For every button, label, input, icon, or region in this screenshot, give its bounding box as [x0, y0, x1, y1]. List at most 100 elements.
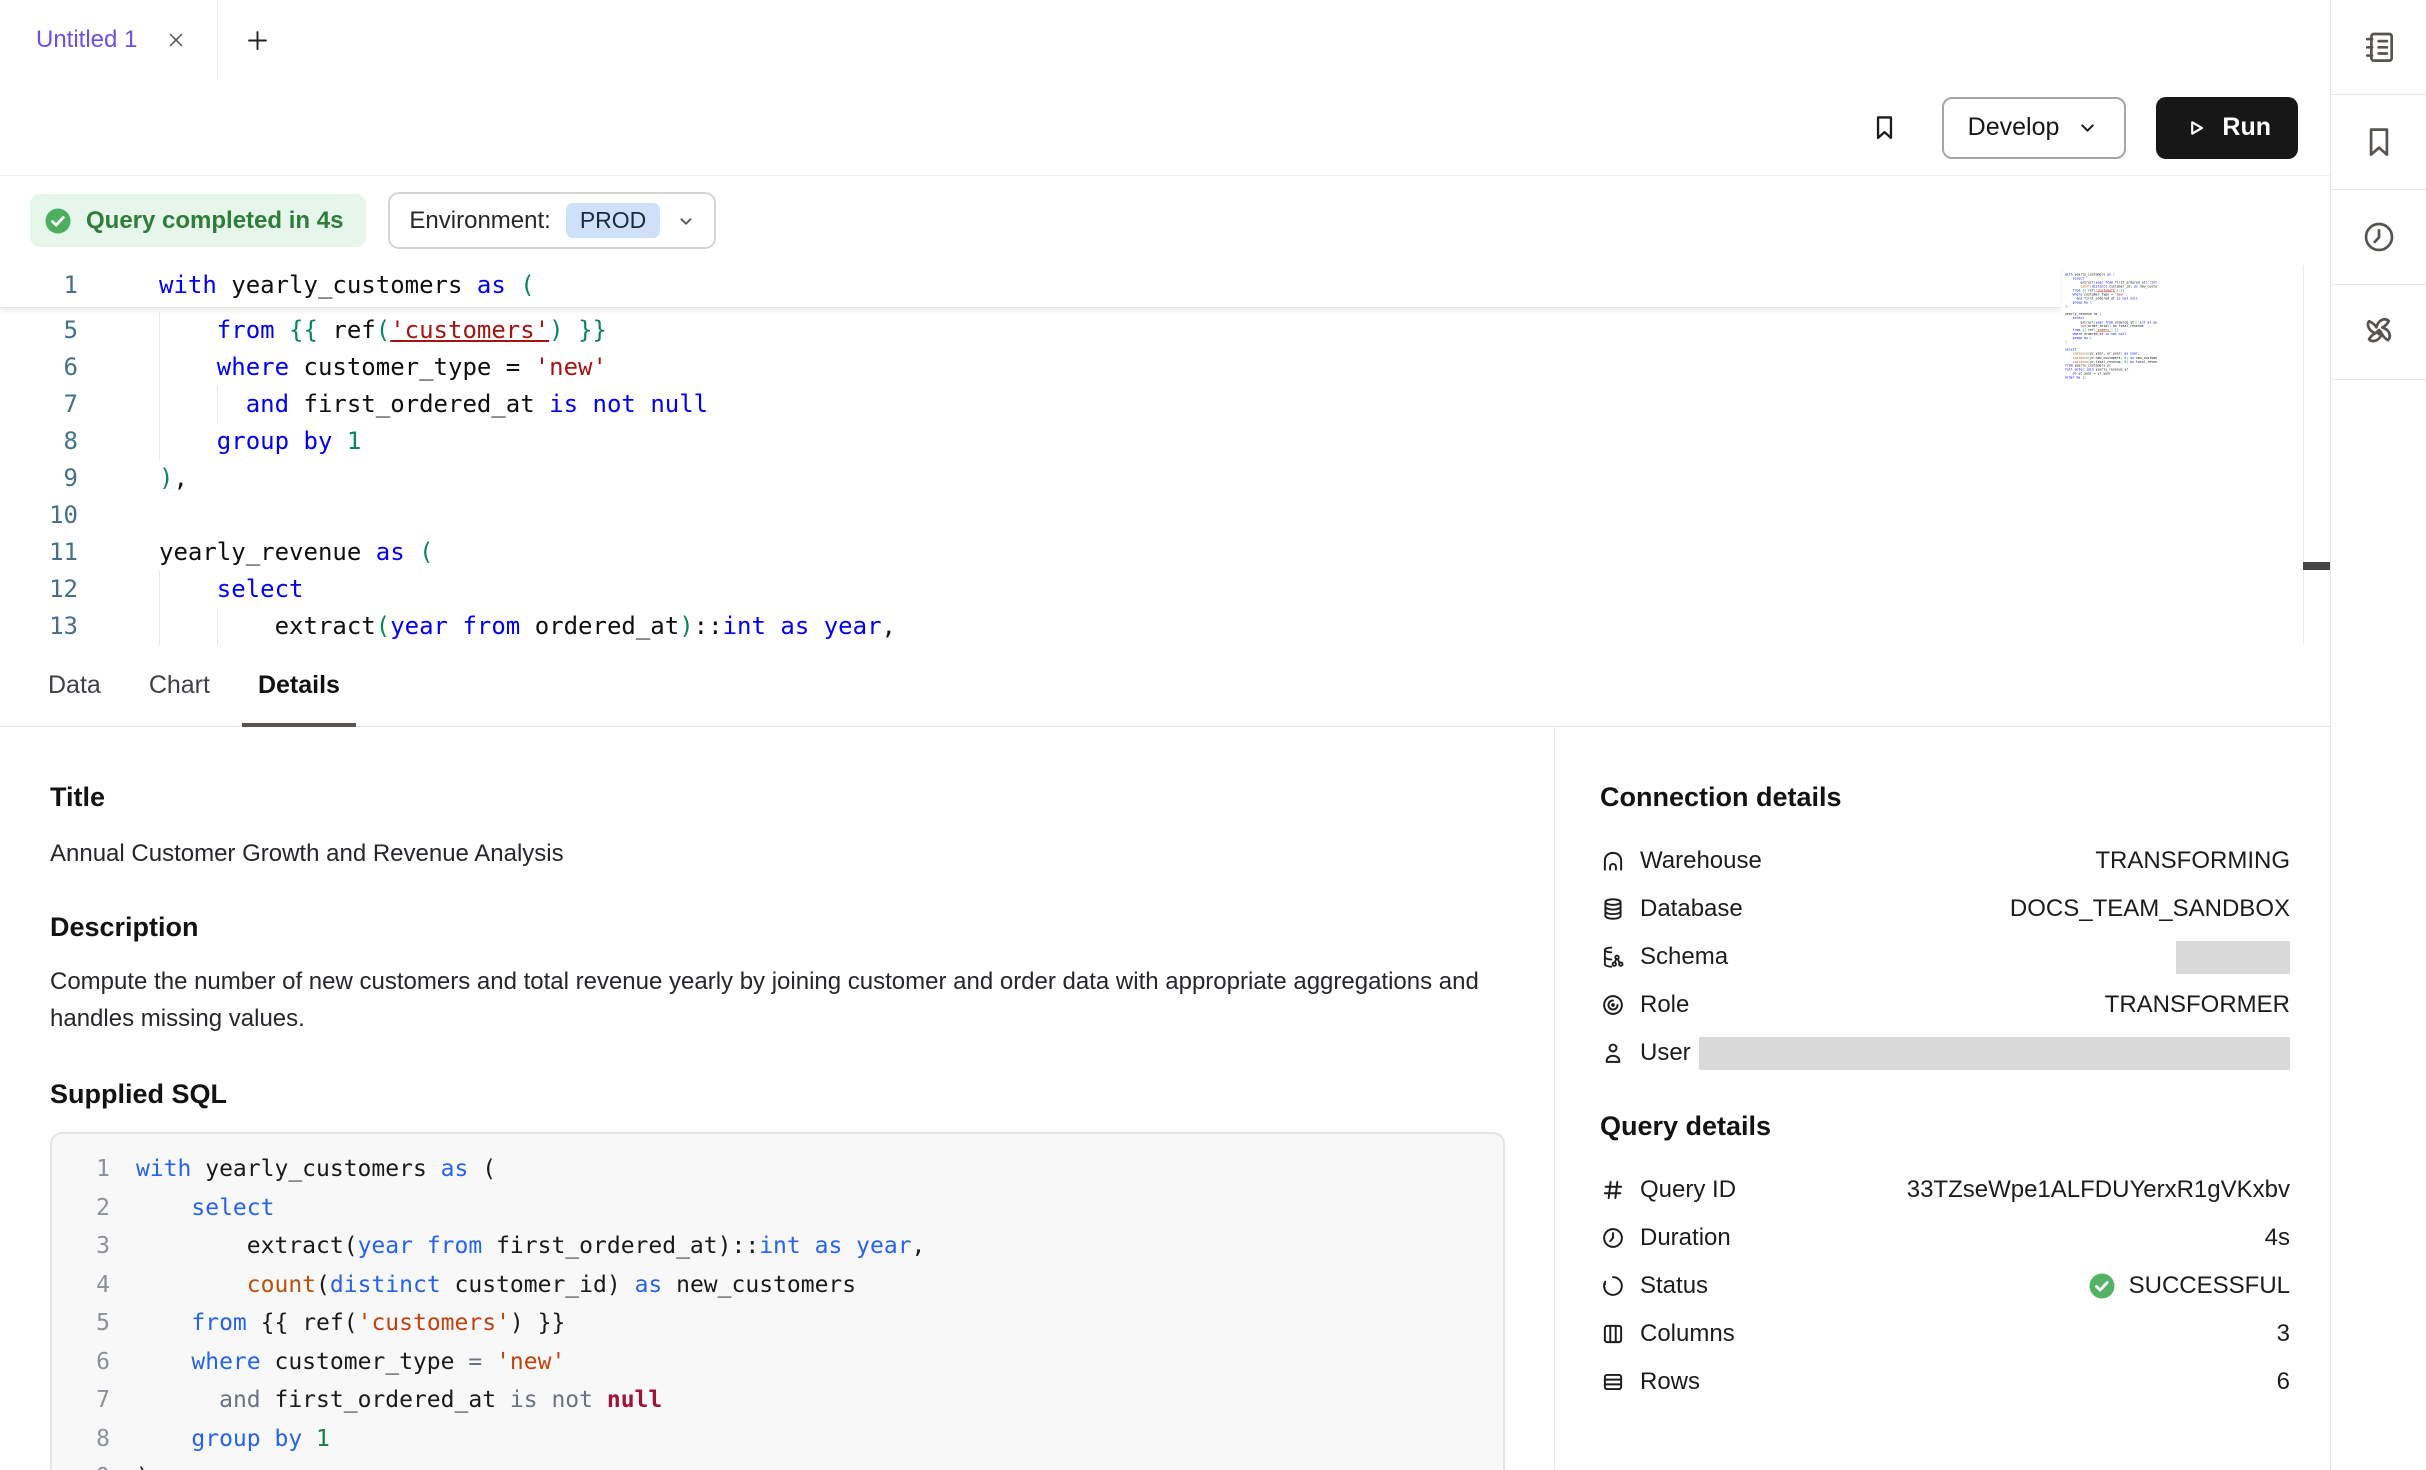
detail-label: Query ID: [1640, 1176, 1736, 1204]
code-line: select: [136, 1189, 274, 1228]
supplied-sql-line: 6 where customer_type = 'new': [76, 1343, 1479, 1382]
editor-code-line: 5 from {{ ref('customers') }}: [0, 312, 2300, 349]
notebook-icon: [2360, 28, 2398, 66]
copilot-sparkle-icon: [2360, 313, 2398, 351]
detail-row-query-id: Query ID 33TZseWpe1ALFDUYerxR1gVKxbv: [1600, 1166, 2290, 1214]
hash-icon: [1600, 1177, 1626, 1203]
environment-selector[interactable]: Environment: PROD: [388, 192, 716, 249]
run-button[interactable]: Run: [2156, 97, 2298, 159]
line-number: 1: [0, 265, 78, 306]
detail-label: Columns: [1640, 1320, 1735, 1348]
rail-button-notebook[interactable]: [2331, 0, 2426, 95]
line-number: 12: [0, 571, 78, 608]
tab-details[interactable]: Details: [242, 645, 356, 726]
check-circle-icon: [2087, 1271, 2117, 1301]
editor-scrollbar-track[interactable]: [2303, 265, 2330, 645]
editor-code-line: 10: [0, 497, 2300, 534]
connection-details-heading: Connection details: [1600, 782, 2290, 813]
detail-value: 33TZseWpe1ALFDUYerxR1gVKxbv: [1907, 1176, 2290, 1204]
editor-minimap[interactable]: with yearly_customers as ( select extrac…: [2065, 273, 2157, 385]
code-line: yearly_revenue as (: [78, 534, 434, 571]
app-window: Untitled 1 Develop Run Query completed i…: [0, 0, 2426, 1470]
detail-row-status: Status SUCCESSFUL: [1600, 1262, 2290, 1310]
detail-value: 6: [2277, 1368, 2290, 1396]
code-line: ),: [78, 460, 188, 497]
chevron-down-icon: [675, 210, 697, 232]
line-number: 5: [0, 312, 78, 349]
redacted-value: [1699, 1037, 2290, 1070]
editor-code-line: 12 select: [0, 571, 2300, 608]
right-rail: [2330, 0, 2426, 1470]
code-line: where customer_type = 'new': [78, 349, 607, 386]
new-tab-plus-icon[interactable]: [244, 27, 271, 54]
sql-editor[interactable]: 1 with yearly_customers as ( 5 from {{ r…: [0, 265, 2330, 645]
develop-button[interactable]: Develop: [1942, 97, 2127, 159]
supplied-sql-line: 1with yearly_customers as (: [76, 1150, 1479, 1189]
rows-icon: [1600, 1369, 1626, 1395]
status-badge: SUCCESSFUL: [2087, 1271, 2290, 1301]
bookmark-icon[interactable]: [1869, 112, 1900, 143]
editor-code-line: 6 where customer_type = 'new': [0, 349, 2300, 386]
line-number: 3: [76, 1227, 110, 1266]
minimap-code: with yearly_customers as ( select extrac…: [2065, 273, 2096, 380]
code-line: and first_ordered_at is not null: [136, 1381, 662, 1420]
rail-button-history[interactable]: [2331, 190, 2426, 285]
line-number: 10: [0, 497, 78, 534]
detail-row-columns: Columns3: [1600, 1310, 2290, 1358]
detail-label: Rows: [1640, 1368, 1700, 1396]
supplied-sql-line: 9),: [76, 1458, 1479, 1470]
detail-row-warehouse: Warehouse TRANSFORMING: [1600, 837, 2290, 885]
editor-code-line: 13 extract(year from ordered_at)::int as…: [0, 608, 2300, 645]
code-line: select: [78, 571, 304, 608]
editor-sticky-line: 1 with yearly_customers as (: [0, 265, 2060, 308]
code-line: [78, 497, 159, 534]
line-number: 7: [0, 386, 78, 423]
line-number: 8: [0, 423, 78, 460]
line-number: 13: [0, 608, 78, 645]
supplied-sql-block: 1with yearly_customers as (2 select 3 ext…: [50, 1132, 1505, 1470]
rail-button-copilot-sparkle[interactable]: [2331, 285, 2426, 380]
connection-details-rows: WarehouseTRANSFORMINGDatabaseDOCS_TEAM_S…: [1600, 837, 2290, 1077]
database-icon: [1600, 896, 1626, 922]
line-number: 5: [76, 1304, 110, 1343]
check-circle-icon: [43, 206, 73, 236]
line-number: 4: [76, 1266, 110, 1305]
indent-guide: [159, 571, 160, 645]
tab-chart[interactable]: Chart: [133, 645, 226, 726]
close-tab-icon[interactable]: [165, 29, 187, 51]
environment-value-chip: PROD: [566, 203, 660, 238]
detail-label: Warehouse: [1640, 847, 1762, 875]
indent-guide: [159, 312, 160, 460]
results-tabs: DataChartDetails: [0, 645, 2330, 727]
role-icon: [1600, 992, 1626, 1018]
code-line: from {{ ref('customers') }}: [136, 1304, 565, 1343]
code-line: group by 1: [78, 423, 361, 460]
tab-data[interactable]: Data: [32, 645, 117, 726]
editor-scrollbar-thumb[interactable]: [2303, 562, 2330, 570]
file-tab-untitled[interactable]: Untitled 1: [0, 0, 218, 80]
detail-value: TRANSFORMING: [2095, 847, 2290, 875]
line-number: 2: [76, 1189, 110, 1228]
detail-row-role: RoleTRANSFORMER: [1600, 981, 2290, 1029]
title-value: Annual Customer Growth and Revenue Analy…: [50, 835, 1505, 872]
editor-code-line: 11yearly_revenue as (: [0, 534, 2300, 571]
rail-button-bookmark[interactable]: [2331, 95, 2426, 190]
code-line: extract(year from ordered_at)::int as ye…: [78, 608, 896, 645]
indent-guide: [217, 386, 218, 423]
detail-row-duration: Duration4s: [1600, 1214, 2290, 1262]
panel-divider: [1554, 727, 1555, 1470]
detail-value: 4s: [2265, 1224, 2290, 1252]
detail-label: Status: [1640, 1272, 1708, 1300]
line-number: 6: [76, 1343, 110, 1382]
supplied-sql-line: 4 count(distinct customer_id) as new_cus…: [76, 1266, 1479, 1305]
line-number: 9: [76, 1458, 110, 1470]
code-line: extract(year from first_ordered_at)::int…: [136, 1227, 925, 1266]
line-number: 8: [76, 1420, 110, 1459]
toolbar: Develop Run: [0, 80, 2330, 176]
editor-lines: 5 from {{ ref('customers') }}6 where cus…: [0, 312, 2300, 645]
detail-label: Database: [1640, 895, 1743, 923]
line-number: 7: [76, 1381, 110, 1420]
redacted-value: [2176, 941, 2290, 974]
code-line: where customer_type = 'new': [136, 1343, 565, 1382]
detail-row-user: User: [1600, 1029, 2290, 1077]
